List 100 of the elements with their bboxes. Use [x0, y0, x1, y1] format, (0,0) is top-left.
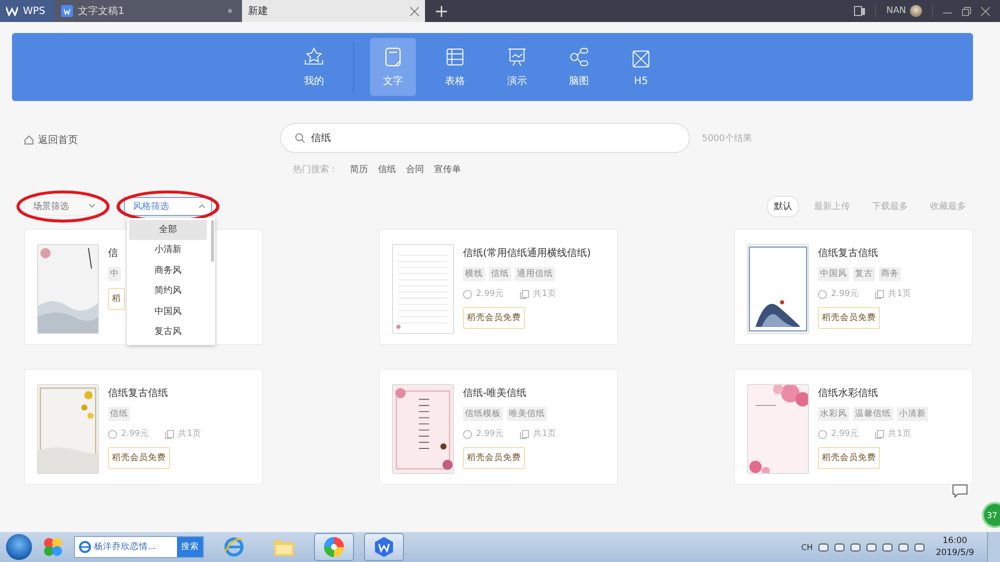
dropdown-option[interactable]: 简约风 [129, 281, 207, 302]
template-title: 信纸水彩信纸 [818, 386, 878, 400]
template-card[interactable]: 信纸复古信纸 中国风 复古 商务 2.99元 共1页 稻壳会员免费 [734, 229, 973, 345]
result-count: 5000个结果 [702, 132, 752, 145]
category-tab[interactable]: 演示 [494, 38, 540, 96]
w-logo-icon [373, 536, 395, 558]
template-title: 信纸(常用信纸通用横线信纸) [463, 246, 591, 260]
filter-dropdown[interactable]: 场景筛选 [24, 196, 102, 216]
app-tab[interactable]: WPS [0, 0, 55, 22]
price: 2.99元 [831, 428, 859, 440]
browser-e-icon [79, 541, 91, 553]
member-free-badge: 稻 [108, 288, 125, 310]
pinwheel-icon [323, 536, 345, 558]
template-card[interactable]: 信纸复古信纸 信纸 2.99元 共1页 稻壳会员免费 [24, 369, 263, 485]
document-icon [61, 5, 73, 17]
page-count: 共1页 [178, 428, 202, 440]
hot-search-link[interactable]: 信纸 [378, 163, 396, 176]
document-tab[interactable]: 文字文稿1 [55, 0, 242, 22]
colorful-circles-icon[interactable] [42, 536, 64, 558]
pages-icon [874, 430, 884, 438]
taskbar-search-field[interactable]: 杨洋乔欣恋情... 搜索 [74, 536, 204, 558]
template-card[interactable]: 信纸(常用信纸通用横线信纸) 横线 信纸 通用信纸 2.99元 共1页 稻壳会员免费 [379, 229, 618, 345]
presentation-icon [506, 46, 528, 68]
price: 2.99元 [121, 428, 149, 440]
price: 2.99元 [476, 288, 504, 300]
dropdown-option[interactable]: 全部 [129, 220, 207, 240]
search-input[interactable]: 信纸 [311, 132, 675, 144]
tab-label: 文字文稿1 [78, 4, 124, 18]
clock[interactable]: 16:00 2019/5/9 [936, 535, 974, 559]
page-count: 共1页 [532, 288, 556, 300]
dropdown-option[interactable]: 小清新 [129, 240, 207, 260]
dropdown-option[interactable]: 商务风 [129, 260, 207, 281]
search-button[interactable]: 搜索 [177, 537, 203, 557]
coin-icon [818, 430, 827, 438]
tag[interactable]: 小清新 [897, 407, 928, 421]
close-icon[interactable] [981, 6, 990, 16]
template-card[interactable]: 信纸水彩信纸 水彩风 温馨信纸 小清新 2.99元 共1页 稻壳会员免费 [734, 369, 973, 485]
tablet-icon[interactable] [854, 6, 866, 16]
language-indicator[interactable]: CH [801, 542, 813, 552]
member-free-badge: 稻壳会员免费 [818, 447, 880, 469]
search-icon [295, 133, 305, 143]
coin-icon [463, 430, 472, 438]
tag[interactable]: 中国风 [818, 267, 849, 281]
hot-search-link[interactable]: 合同 [406, 163, 424, 176]
filter-dropdown[interactable]: 风格筛选 [124, 196, 212, 216]
new-tab[interactable]: 新建 [242, 0, 425, 22]
tag[interactable]: 唯美信纸 [507, 407, 547, 421]
sort-option[interactable]: 默认 [767, 196, 799, 216]
pages-icon [520, 290, 529, 298]
tag[interactable]: 水彩风 [818, 407, 849, 421]
hot-search-label: 热门搜索： [293, 164, 338, 176]
tag[interactable]: 中 [108, 267, 121, 281]
avatar-icon[interactable] [910, 5, 922, 17]
taskbar-app[interactable] [314, 533, 354, 561]
tag[interactable]: 信纸 [489, 267, 511, 281]
tag[interactable]: 通用信纸 [515, 267, 555, 281]
tag[interactable]: 复古 [853, 267, 875, 281]
template-card[interactable]: 信纸-唯美信纸 信纸模板 唯美信纸 2.99元 共1页 稻壳会员免费 [379, 369, 618, 485]
close-icon[interactable] [410, 6, 419, 16]
chat-bubble-icon[interactable] [952, 484, 968, 498]
tab-label: WPS [23, 6, 46, 16]
hot-search-link[interactable]: 简历 [350, 163, 368, 176]
start-button[interactable] [6, 534, 32, 560]
unsaved-dot-icon [228, 9, 232, 13]
member-free-badge: 稻壳会员免费 [108, 447, 170, 469]
page-count: 共1页 [888, 288, 912, 300]
member-free-badge: 稻壳会员免费 [818, 307, 880, 329]
tag[interactable]: 信纸模板 [463, 407, 503, 421]
category-tab[interactable]: 我的 [291, 38, 337, 96]
category-tab[interactable]: 脑图 [556, 38, 602, 96]
tag[interactable]: 横线 [463, 267, 485, 281]
taskbar-app[interactable] [364, 533, 404, 561]
back-home-link[interactable]: 返回首页 [24, 133, 280, 147]
page-count: 共1页 [532, 428, 556, 440]
floating-ball-badge[interactable]: 37 [982, 502, 1000, 528]
mind-map-icon [568, 46, 590, 68]
caret-icon [199, 204, 205, 208]
dropdown-option[interactable]: 中国风 [129, 302, 207, 322]
user-name[interactable]: NAN [886, 6, 906, 16]
coin-icon [818, 290, 827, 298]
template-title: 信纸-唯美信纸 [463, 386, 527, 400]
add-tab-icon[interactable] [436, 6, 447, 16]
hot-search-link[interactable]: 宣传单 [434, 163, 461, 176]
search-bar[interactable]: 信纸 [280, 123, 690, 153]
pages-icon [164, 430, 174, 438]
category-tab[interactable]: H5 [618, 38, 664, 96]
home-icon [24, 135, 34, 145]
category-tab[interactable]: 表格 [432, 38, 478, 96]
template-title: 信纸复古信纸 [818, 246, 878, 260]
tag[interactable]: 温馨信纸 [853, 407, 893, 421]
dropdown-option[interactable]: 复古风 [129, 322, 207, 342]
restore-icon[interactable] [962, 6, 971, 16]
folder-icon [273, 537, 295, 557]
tag[interactable]: 信纸 [108, 407, 130, 421]
member-free-badge: 稻壳会员免费 [463, 307, 525, 329]
tag[interactable]: 商务 [879, 267, 901, 281]
page-count: 共1页 [888, 428, 912, 440]
tab-label: 新建 [248, 4, 268, 18]
browser-e-icon [223, 536, 245, 558]
scrollbar-thumb[interactable] [211, 220, 214, 262]
